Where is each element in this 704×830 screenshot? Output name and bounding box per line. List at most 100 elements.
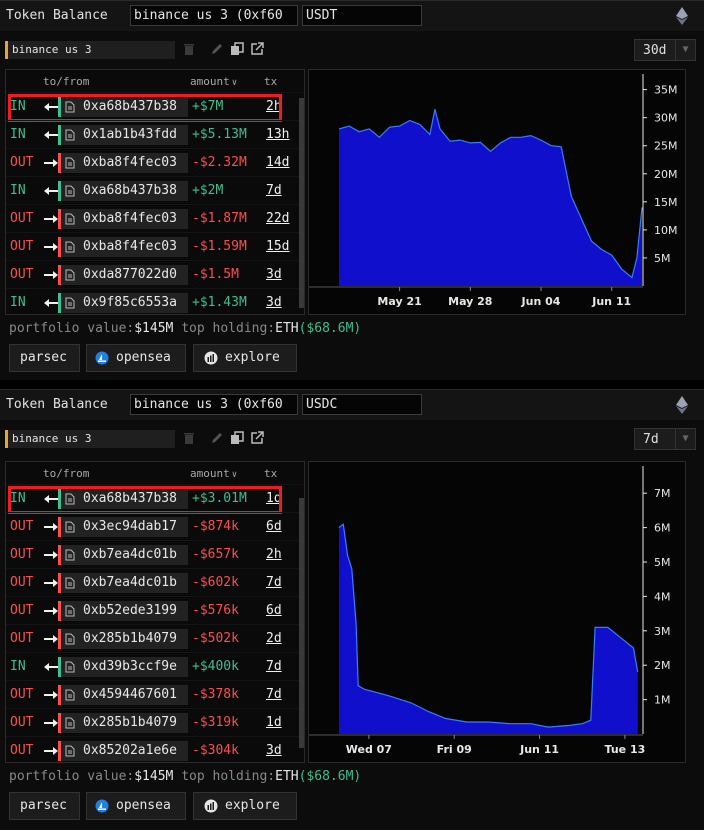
chevron-down-icon: ▼ <box>675 40 695 60</box>
arrow-right-icon <box>44 607 58 615</box>
tx-age-link[interactable]: 7d <box>266 659 282 674</box>
tx-age-link[interactable]: 14d <box>266 155 289 170</box>
column-header-amount[interactable]: amount ∨ <box>190 467 237 480</box>
opensea-button[interactable]: opensea <box>86 792 186 820</box>
tx-age-link[interactable]: 7d <box>266 183 282 198</box>
tx-age-link[interactable]: 3d <box>266 267 282 282</box>
label-input[interactable]: binance us 3 <box>5 41 175 59</box>
y-tick-label: 5M <box>654 252 671 265</box>
table-row[interactable]: IN 0xd39b3ccf9e +$400k 7d <box>6 652 304 680</box>
address-link[interactable]: 0x1ab1b43fdd <box>58 125 188 145</box>
amount-value: -$304k <box>192 743 239 758</box>
row-highlight-box <box>8 94 282 122</box>
button-label: parsec <box>20 798 67 813</box>
explore-button[interactable]: explore <box>193 792 297 820</box>
token-input[interactable]: USDT <box>302 5 422 26</box>
copy-icon[interactable] <box>230 42 244 56</box>
address-link[interactable]: 0x285b1b4079 <box>58 713 188 733</box>
table-row[interactable]: OUT 0xb7ea4dc01b -$657k 2h <box>6 540 304 568</box>
amount-value: -$502k <box>192 631 239 646</box>
contract-document-icon <box>65 605 75 617</box>
table-row[interactable]: IN 0xa68b437b38 +$2M 7d <box>6 176 304 204</box>
address-link[interactable]: 0xba8f4fec03 <box>58 209 188 229</box>
parsec-button[interactable]: parsec <box>9 792 80 820</box>
table-row[interactable]: OUT 0xba8f4fec03 -$1.87M 22d <box>6 204 304 232</box>
balance-chart: 5M 10M 15M 20M 25M 30M 35M May 21 May 28 Jun 04 Ju… <box>308 69 686 315</box>
table-row[interactable]: IN 0x9f85c6553a +$1.43M 3d <box>6 288 304 316</box>
address-text: 0xba8f4fec03 <box>83 239 177 254</box>
label-input[interactable]: binance us 3 <box>5 430 175 448</box>
table-row[interactable]: OUT 0xb52ede3199 -$576k 6d <box>6 596 304 624</box>
table-row[interactable]: OUT 0xba8f4fec03 -$1.59M 15d <box>6 232 304 260</box>
table-scrollbar[interactable] <box>299 98 304 308</box>
tx-age-link[interactable]: 6d <box>266 519 282 534</box>
address-link[interactable]: 0xda877022d0 <box>58 265 188 285</box>
address-text: 0x285b1b4079 <box>83 715 177 730</box>
address-link[interactable]: 0x9f85c6553a <box>58 293 188 313</box>
edit-icon[interactable] <box>210 42 224 56</box>
tx-age-link[interactable]: 7d <box>266 575 282 590</box>
arrow-right-icon <box>44 747 58 755</box>
column-header-to-from[interactable]: to/from <box>43 467 89 480</box>
table-row[interactable]: IN 0xa68b437b38 +$7M 2h <box>6 92 304 122</box>
account-input[interactable]: binance us 3 (0xf60 <box>130 5 298 26</box>
column-header-to-from[interactable]: to/from <box>43 75 89 88</box>
account-input[interactable]: binance us 3 (0xf60 <box>130 394 298 415</box>
address-link[interactable]: 0xb7ea4dc01b <box>58 573 188 593</box>
column-header-tx[interactable]: tx <box>264 75 277 88</box>
table-row[interactable]: IN 0x1ab1b43fdd +$5.13M 13h <box>6 120 304 148</box>
tx-age-link[interactable]: 15d <box>266 239 289 254</box>
table-row[interactable]: OUT 0x3ec94dab17 -$874k 6d <box>6 512 304 540</box>
opensea-button[interactable]: opensea <box>86 344 186 372</box>
table-row[interactable]: OUT 0xba8f4fec03 -$2.32M 14d <box>6 148 304 176</box>
external-link-icon[interactable] <box>250 42 264 56</box>
amount-value: -$874k <box>192 519 239 534</box>
address-link[interactable]: 0xba8f4fec03 <box>58 237 188 257</box>
trash-icon[interactable] <box>182 42 196 56</box>
opensea-icon <box>95 351 109 365</box>
table-row[interactable]: OUT 0xb7ea4dc01b -$602k 7d <box>6 568 304 596</box>
tx-age-link[interactable]: 2d <box>266 631 282 646</box>
table-row[interactable]: OUT 0xda877022d0 -$1.5M 3d <box>6 260 304 288</box>
address-link[interactable]: 0xb52ede3199 <box>58 601 188 621</box>
tx-age-link[interactable]: 6d <box>266 603 282 618</box>
table-row[interactable]: OUT 0x4594467601 -$378k 7d <box>6 680 304 708</box>
trash-icon[interactable] <box>182 431 196 445</box>
y-tick-label: 15M <box>654 196 678 209</box>
table-row[interactable]: OUT 0x285b1b4079 -$502k 2d <box>6 624 304 652</box>
tx-age-link[interactable]: 13h <box>266 127 289 142</box>
address-link[interactable]: 0x285b1b4079 <box>58 629 188 649</box>
edit-icon[interactable] <box>210 431 224 445</box>
button-label: opensea <box>116 350 171 365</box>
y-tick-label: 6M <box>654 522 671 535</box>
external-link-icon[interactable] <box>250 431 264 445</box>
time-range-select[interactable]: 30d ▼ <box>634 39 696 61</box>
tx-age-link[interactable]: 3d <box>266 295 282 310</box>
tx-age-link[interactable]: 3d <box>266 743 282 758</box>
table-row[interactable]: OUT 0x85202a1e6e -$304k 3d <box>6 736 304 764</box>
address-link[interactable]: 0xb7ea4dc01b <box>58 545 188 565</box>
tx-age-link[interactable]: 2h <box>266 547 282 562</box>
address-link[interactable]: 0xd39b3ccf9e <box>58 657 188 677</box>
address-link[interactable]: 0x85202a1e6e <box>58 741 188 761</box>
table-row[interactable]: IN 0xa68b437b38 +$3.01M 1d <box>6 484 304 514</box>
explore-button[interactable]: explore <box>193 344 297 372</box>
address-link[interactable]: 0xba8f4fec03 <box>58 153 188 173</box>
address-link[interactable]: 0x4594467601 <box>58 685 188 705</box>
column-header-tx[interactable]: tx <box>264 467 277 480</box>
arrow-left-icon <box>44 663 58 671</box>
table-row[interactable]: OUT 0x285b1b4079 -$319k 1d <box>6 708 304 736</box>
tx-age-link[interactable]: 1d <box>266 715 282 730</box>
address-link[interactable]: 0x3ec94dab17 <box>58 517 188 537</box>
copy-icon[interactable] <box>230 431 244 445</box>
contract-document-icon <box>65 157 75 169</box>
address-link[interactable]: 0xa68b437b38 <box>58 181 188 201</box>
column-header-amount[interactable]: amount ∨ <box>190 75 237 88</box>
time-range-select[interactable]: 7d ▼ <box>634 428 696 450</box>
tx-age-link[interactable]: 7d <box>266 687 282 702</box>
tx-age-link[interactable]: 22d <box>266 211 289 226</box>
parsec-button[interactable]: parsec <box>9 344 80 372</box>
table-scrollbar[interactable] <box>299 498 304 748</box>
address-text: 0x9f85c6553a <box>83 295 177 310</box>
token-input[interactable]: USDC <box>302 394 422 415</box>
